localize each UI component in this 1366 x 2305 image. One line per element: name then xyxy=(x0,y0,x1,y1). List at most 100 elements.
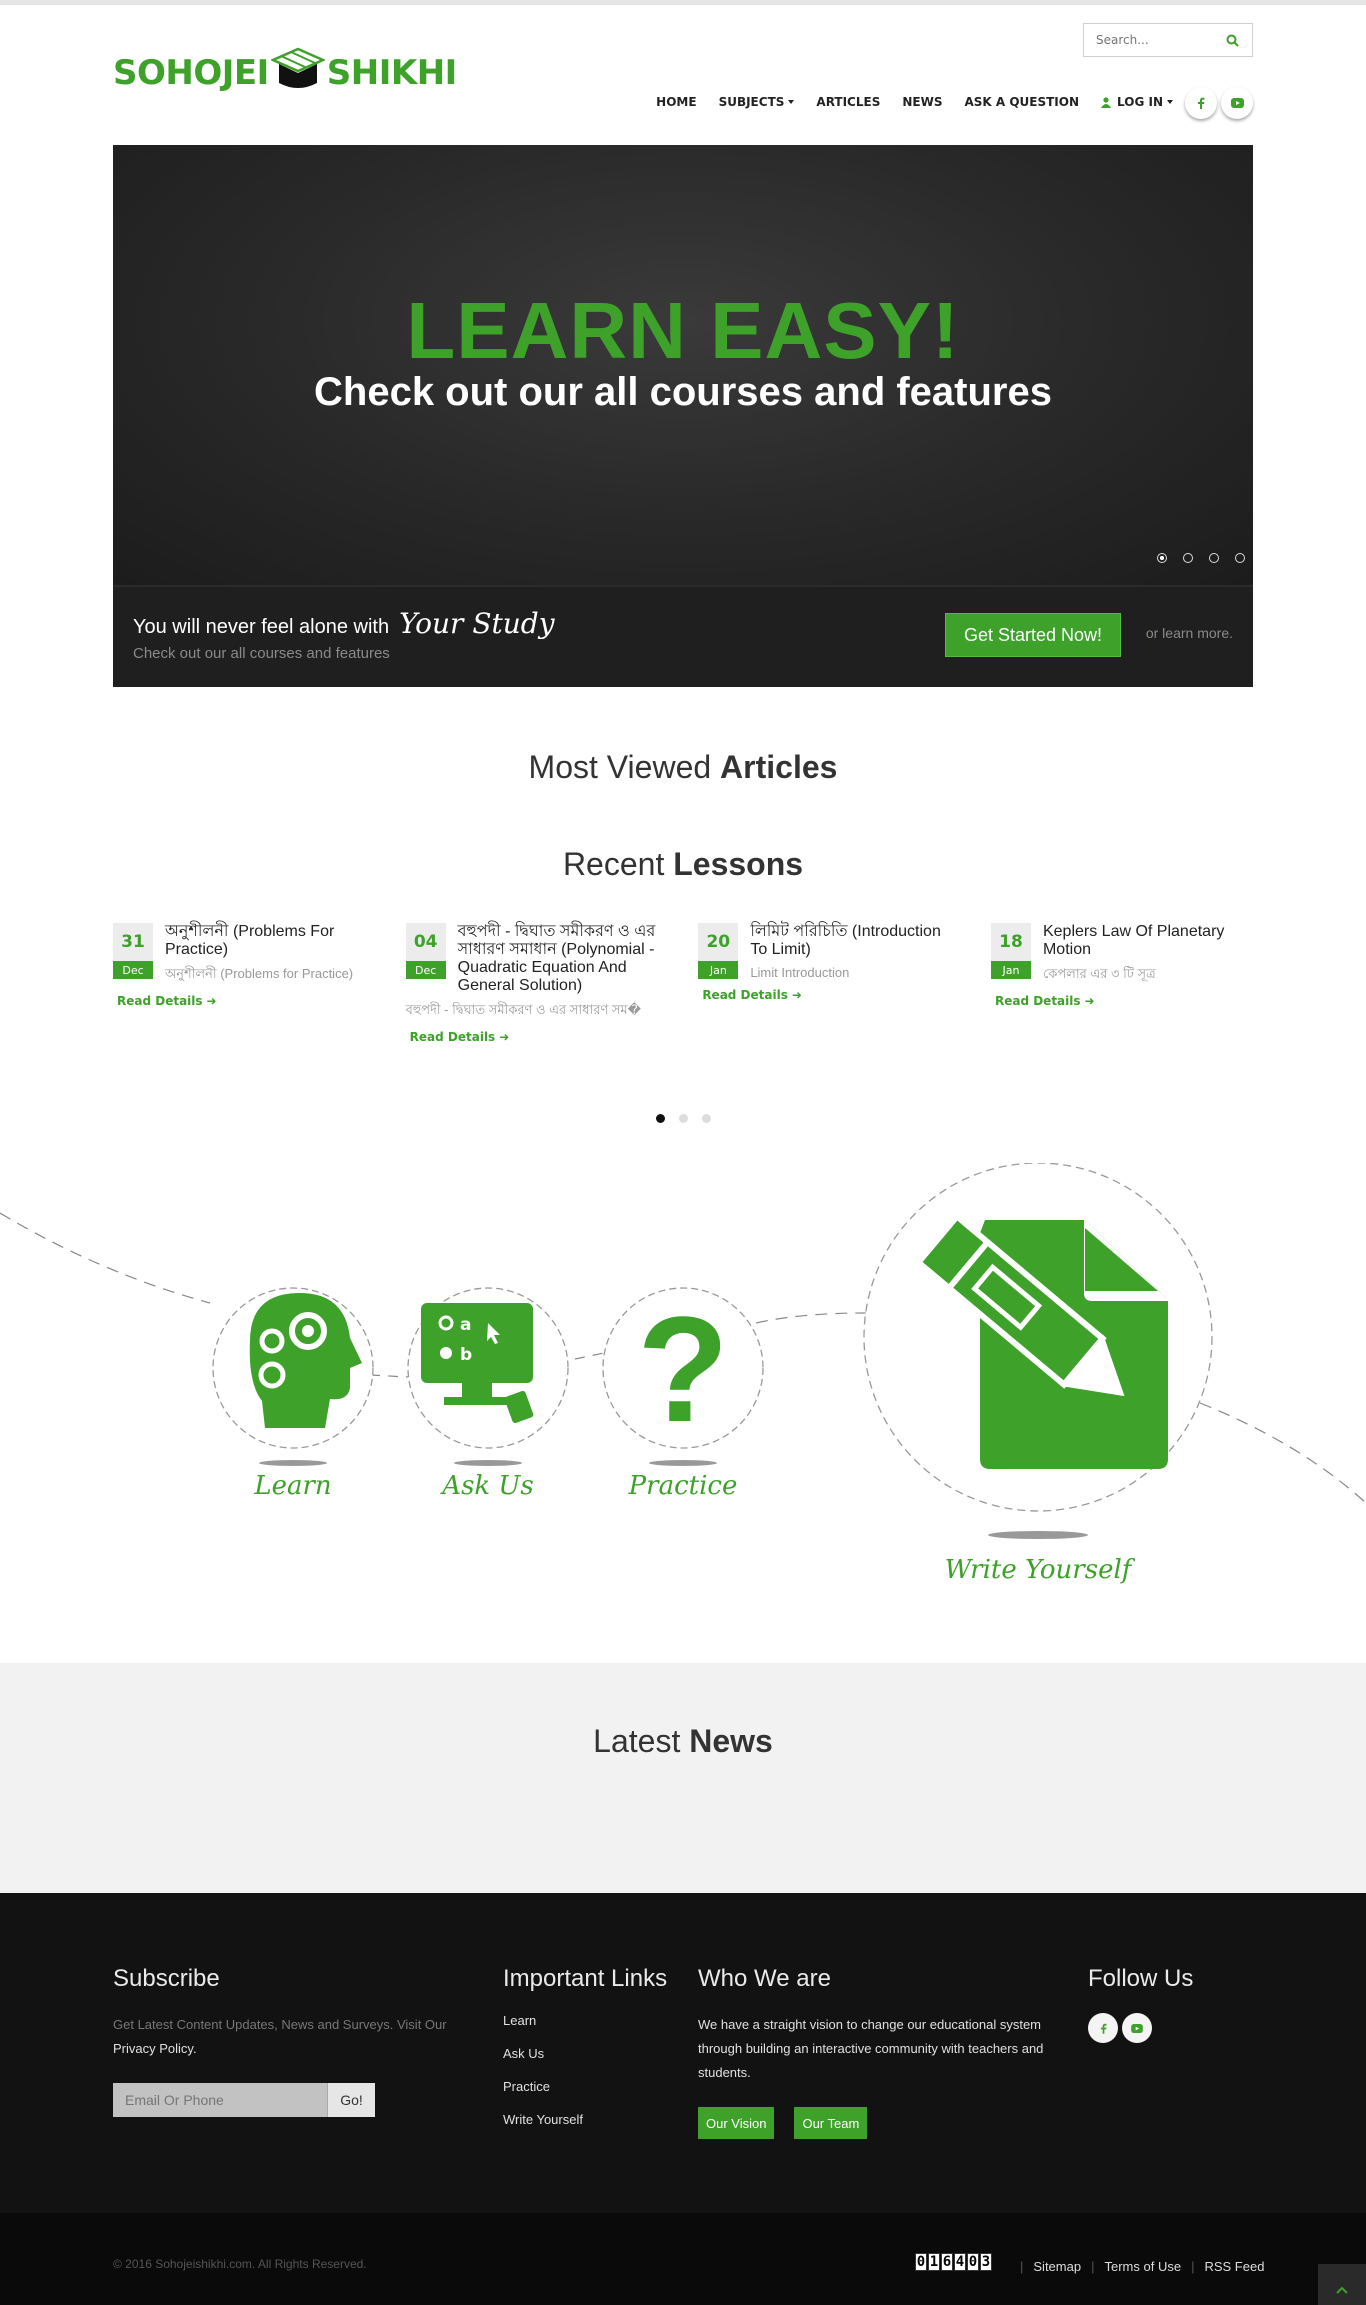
slider-dot[interactable] xyxy=(1183,553,1193,563)
svg-text:a: a xyxy=(460,1315,471,1335)
lesson-title[interactable]: বহুপদী - দ্বিঘাত সমীকরণ ও এর সাধারণ সমাধ… xyxy=(458,923,668,995)
arrow-right-icon: ➜ xyxy=(1084,994,1095,1008)
pencil-paper-icon[interactable] xyxy=(863,1163,1213,1539)
question-mark-icon[interactable]: ? xyxy=(602,1285,764,1466)
hero-slider: LEARN EASY! Check out our all courses an… xyxy=(113,145,1253,687)
caret-down-icon xyxy=(1167,100,1173,104)
footer-links: Important Links Learn Ask Us Practice Wr… xyxy=(503,1965,683,2145)
sitemap-link[interactable]: Sitemap xyxy=(1033,2259,1081,2274)
terms-link[interactable]: Terms of Use xyxy=(1104,2259,1181,2274)
nav-news[interactable]: NEWS xyxy=(902,95,942,109)
footer-link-write-yourself[interactable]: Write Yourself xyxy=(503,2112,683,2127)
user-icon xyxy=(1101,96,1112,108)
our-team-button[interactable]: Our Team xyxy=(794,2107,868,2139)
site-header: SOHOJEI SHIKHI HOME SUBJECTS ARTICLES NE… xyxy=(113,5,1253,145)
caret-down-icon xyxy=(788,100,795,104)
get-started-button[interactable]: Get Started Now! xyxy=(945,613,1121,657)
go-button[interactable]: Go! xyxy=(327,2083,375,2117)
lesson-title[interactable]: লিমিট পরিচিতি (Introduction To Limit) xyxy=(750,923,960,959)
nav-subjects[interactable]: SUBJECTS xyxy=(719,95,795,109)
footer-subscribe: Subscribe Get Latest Content Updates, Ne… xyxy=(113,1965,473,2117)
site-logo[interactable]: SOHOJEI SHIKHI xyxy=(113,45,457,101)
lesson-subtitle: বহুপদী - দ্বিঘাত সমীকরণ ও এর সাধারণ সম� xyxy=(405,1002,641,1017)
header-social xyxy=(1181,87,1253,119)
lesson-subtitle: কেপলার এর ৩ টি সূত্র xyxy=(1042,966,1156,981)
arrow-right-icon: ➜ xyxy=(499,1030,510,1044)
our-vision-button[interactable]: Our Vision xyxy=(698,2107,775,2139)
lessons-pager xyxy=(113,1114,1253,1123)
nav-articles[interactable]: ARTICLES xyxy=(816,95,880,109)
pager-dot[interactable] xyxy=(701,1114,711,1123)
youtube-icon[interactable] xyxy=(1122,2013,1152,2043)
facebook-icon[interactable] xyxy=(1185,87,1217,119)
privacy-policy-link[interactable]: Privacy Policy. xyxy=(113,2037,473,2061)
pager-dot[interactable] xyxy=(655,1114,665,1123)
feature-label-ask-us[interactable]: Ask Us xyxy=(428,1471,548,1501)
main-nav: HOME SUBJECTS ARTICLES NEWS ASK A QUESTI… xyxy=(634,95,1173,109)
rss-link[interactable]: RSS Feed xyxy=(1204,2259,1264,2274)
scroll-top-button[interactable] xyxy=(1318,2264,1366,2305)
logo-text-left: SOHOJEI xyxy=(113,53,269,93)
slider-dot[interactable] xyxy=(1157,553,1167,563)
search-icon[interactable] xyxy=(1214,25,1250,55)
nav-login[interactable]: LOG IN xyxy=(1101,95,1173,109)
brain-gears-icon[interactable] xyxy=(212,1287,374,1466)
feature-label-learn[interactable]: Learn xyxy=(233,1471,353,1501)
subscribe-text: Get Latest Content Updates, News and Sur… xyxy=(113,2017,447,2032)
footer-link-ask-us[interactable]: Ask Us xyxy=(503,2046,683,2061)
read-details-link[interactable]: Read Details ➜ xyxy=(117,994,375,1008)
who-text: We have a straight vision to change our … xyxy=(698,2017,1044,2080)
hero-headline: LEARN EASY! xyxy=(406,286,960,375)
links-title: Important Links xyxy=(503,1965,668,1992)
pager-dot[interactable] xyxy=(678,1114,688,1123)
subscribe-form: Go! xyxy=(113,2083,473,2117)
lesson-date: 18 Jan xyxy=(990,923,1031,979)
lesson-title[interactable]: অনুশীলনী (Problems For Practice) xyxy=(165,923,375,959)
search-input[interactable] xyxy=(1084,25,1214,55)
hero-tagline-sub: Check out our all courses and features xyxy=(133,645,390,662)
feature-label-write-yourself[interactable]: Write Yourself xyxy=(918,1555,1158,1585)
search-box xyxy=(1083,23,1253,57)
email-field[interactable] xyxy=(113,2083,327,2117)
bottom-links: | Sitemap | Terms of Use | RSS Feed xyxy=(1020,2259,1265,2274)
facebook-icon[interactable] xyxy=(1088,2013,1118,2043)
features-section: a b ? Learn Ask Us Practice Write Yourse… xyxy=(0,1163,1366,1663)
lesson-card: 31 Dec অনুশীলনী (Problems For Practice) অ… xyxy=(113,923,375,1044)
slider-dot[interactable] xyxy=(1209,553,1219,563)
nav-home[interactable]: HOME xyxy=(656,95,696,109)
copyright-text: © 2016 Sohojeishikhi.com. All Rights Res… xyxy=(113,2257,367,2271)
tagline-script: Your Study xyxy=(399,607,555,640)
read-details-link[interactable]: Read Details ➜ xyxy=(702,988,960,1002)
svg-text:b: b xyxy=(460,1345,472,1365)
lesson-card: 20 Jan লিমিট পরিচিতি (Introduction To Lim… xyxy=(698,923,960,1044)
slider-dot[interactable] xyxy=(1235,553,1245,563)
chevron-up-icon xyxy=(1336,2286,1348,2294)
footer-link-practice[interactable]: Practice xyxy=(503,2079,683,2094)
most-viewed-heading: Most Viewed Articles xyxy=(528,749,838,785)
graduation-cap-icon xyxy=(269,47,326,99)
hero-tagline: You will never feel alone with Your Stud… xyxy=(133,607,555,640)
lesson-date: 04 Dec xyxy=(405,923,446,979)
lesson-title[interactable]: Keplers Law Of Planetary Motion xyxy=(1043,923,1253,959)
monitor-quiz-icon[interactable]: a b xyxy=(407,1287,569,1466)
youtube-icon[interactable] xyxy=(1221,87,1253,119)
who-title: Who We are xyxy=(698,1965,831,1992)
follow-title: Follow Us xyxy=(1088,1965,1194,1992)
feature-label-practice[interactable]: Practice xyxy=(623,1471,743,1501)
site-footer: Subscribe Get Latest Content Updates, Ne… xyxy=(0,1893,1366,2213)
learn-more-link[interactable]: or learn more. xyxy=(1146,625,1233,641)
visitor-counter: 016403 xyxy=(915,2253,992,2271)
hero-callout-bar: You will never feel alone with Your Stud… xyxy=(113,587,1253,687)
footer-link-learn[interactable]: Learn xyxy=(503,2013,683,2028)
latest-news-section: Latest News xyxy=(0,1663,1366,1893)
latest-news-heading: Latest News xyxy=(593,1723,773,1759)
lesson-subtitle: Limit Introduction xyxy=(750,965,850,980)
nav-ask-question[interactable]: ASK A QUESTION xyxy=(964,95,1079,109)
lesson-date: 20 Jan xyxy=(698,923,739,979)
bottom-bar: © 2016 Sohojeishikhi.com. All Rights Res… xyxy=(0,2213,1366,2305)
read-details-link[interactable]: Read Details ➜ xyxy=(410,1030,668,1044)
arrow-right-icon: ➜ xyxy=(206,994,217,1008)
logo-text-right: SHIKHI xyxy=(326,53,458,93)
lessons-carousel: 31 Dec অনুশীলনী (Problems For Practice) অ… xyxy=(113,923,1253,1044)
read-details-link[interactable]: Read Details ➜ xyxy=(995,994,1253,1008)
